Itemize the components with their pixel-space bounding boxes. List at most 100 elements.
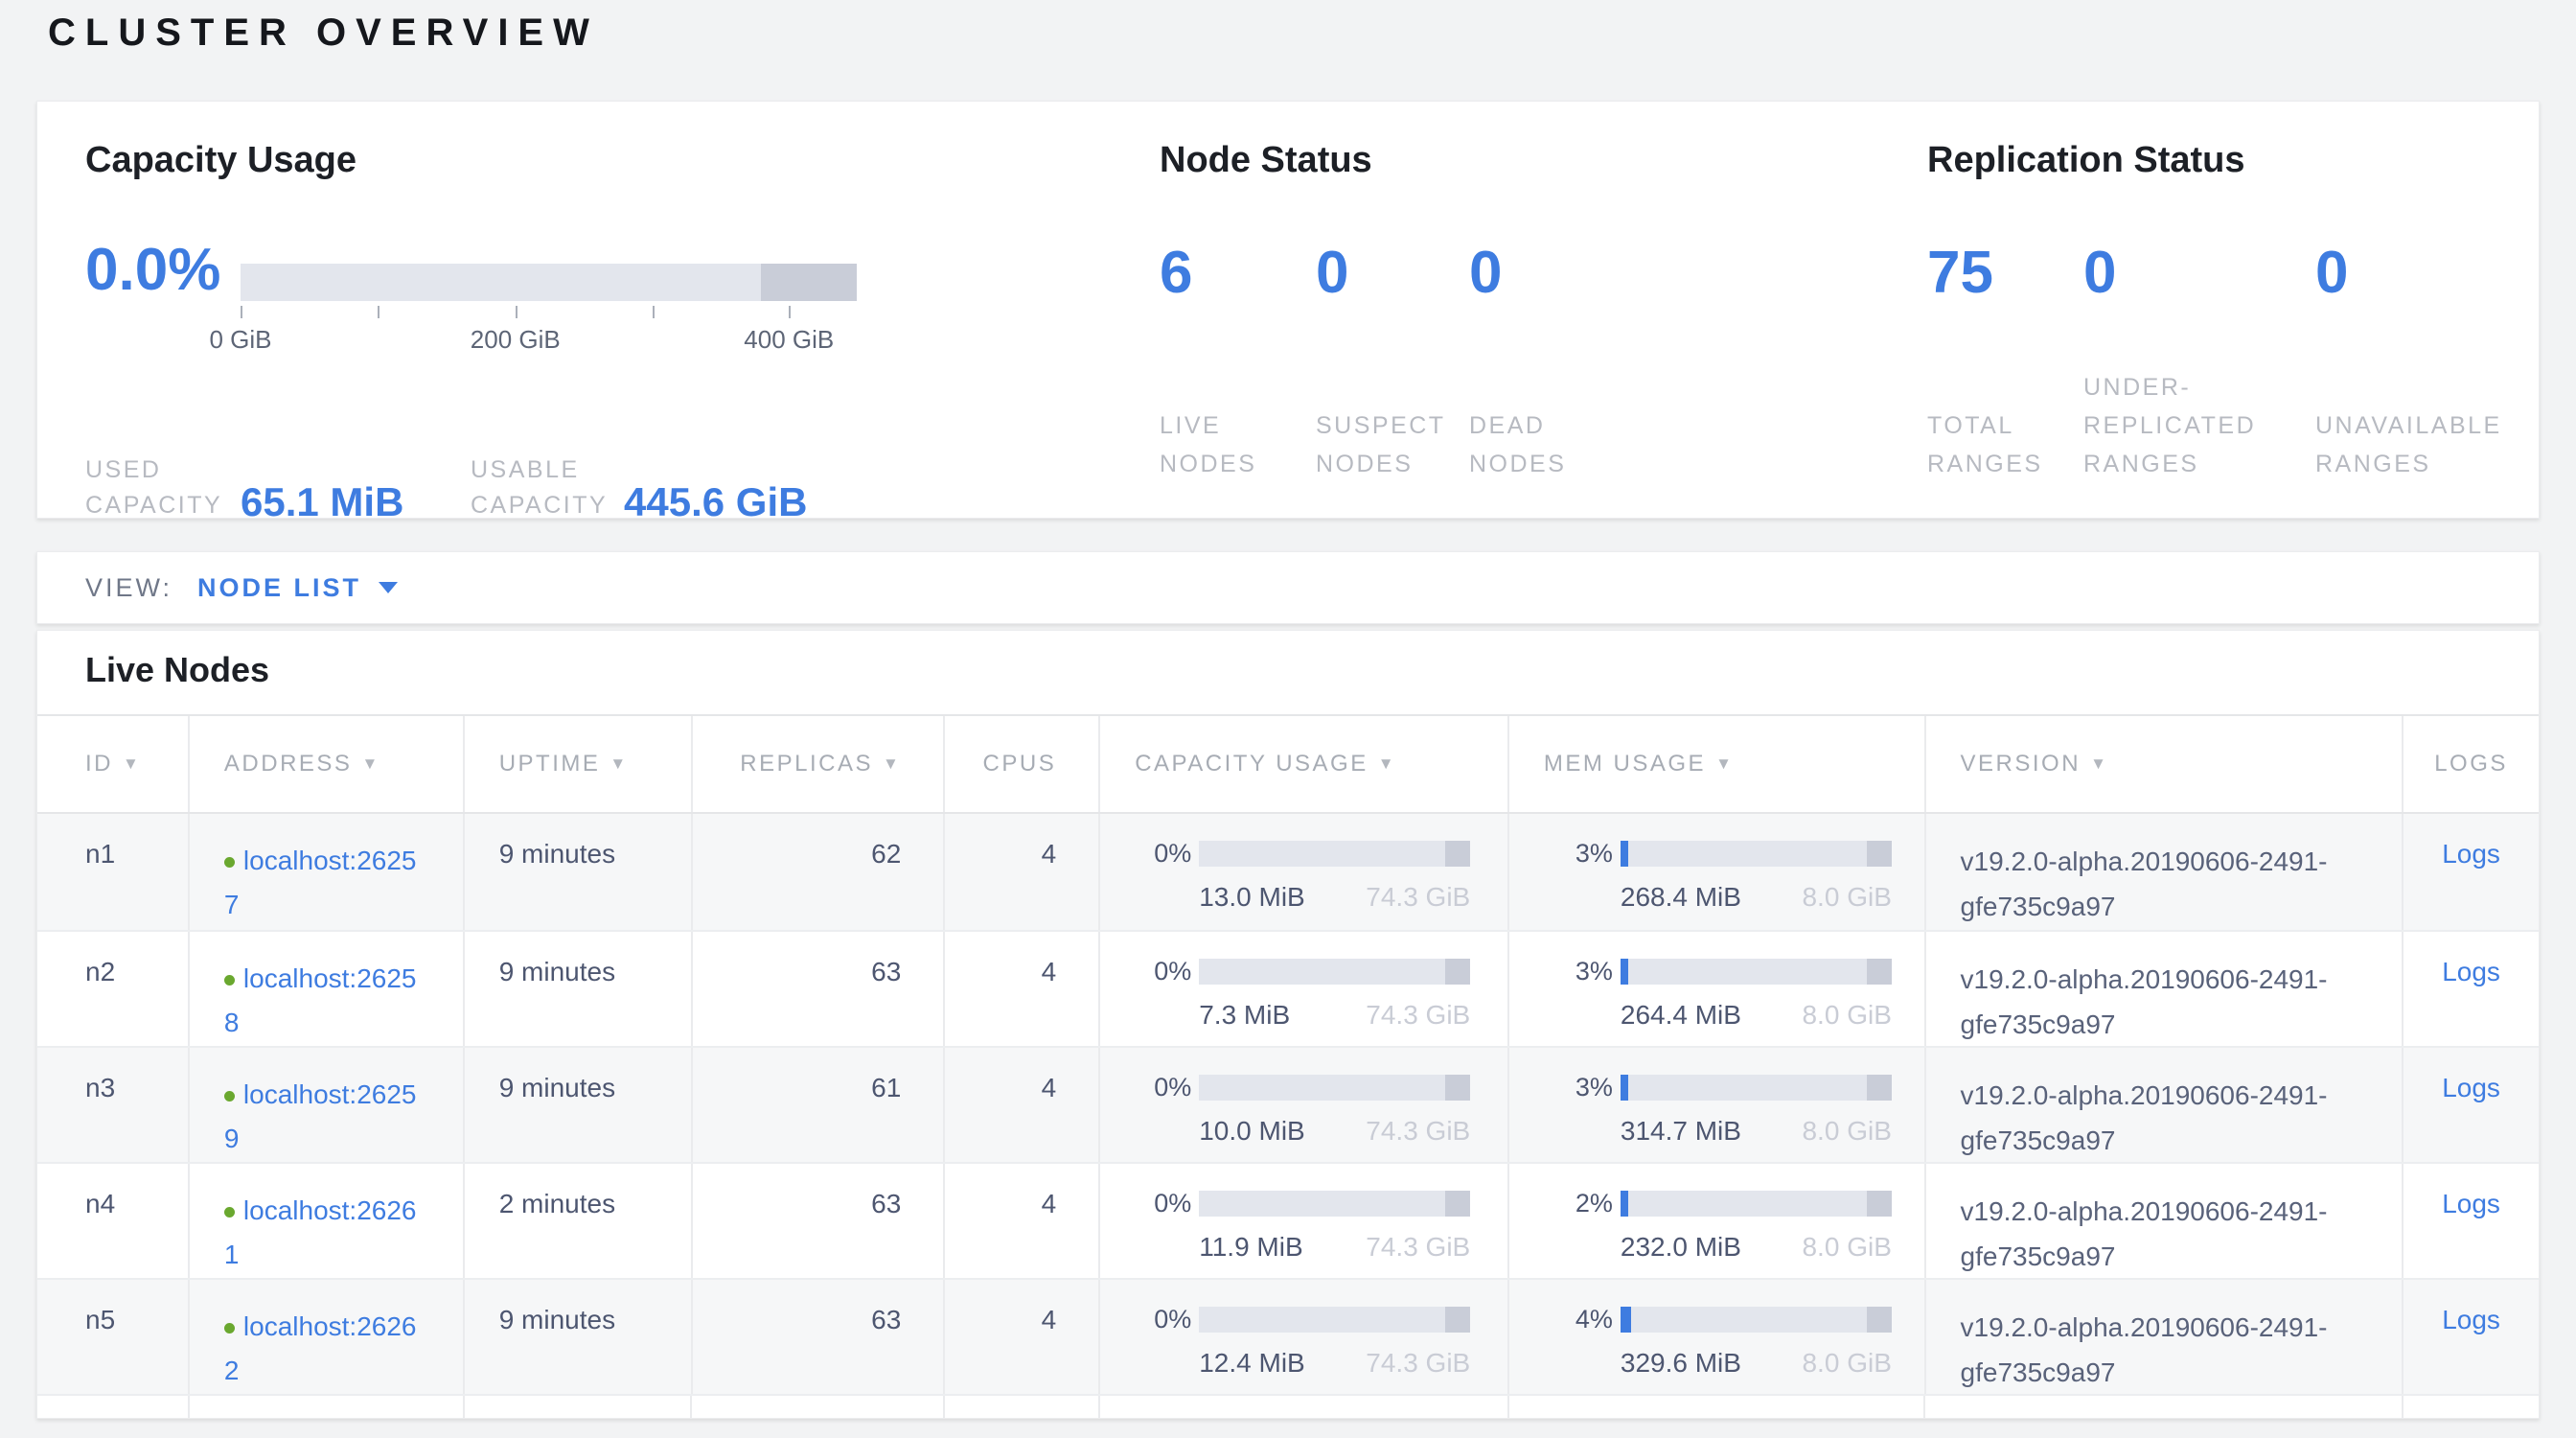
node-address-link[interactable]: localhost:26262 — [224, 1311, 417, 1385]
cell-uptime: 9 minutes — [465, 1280, 693, 1394]
mem-used-value: 232.0 MiB — [1621, 1232, 1741, 1263]
header-capacity-usage[interactable]: CAPACITY USAGE▼ — [1100, 716, 1509, 812]
header-mem-usage[interactable]: MEM USAGE▼ — [1509, 716, 1926, 812]
mem-total-value: 8.0 GiB — [1802, 1000, 1891, 1031]
view-selector-dropdown[interactable]: NODE LIST — [197, 573, 398, 603]
node-status-section: Node Status 6 LIVE NODES 0 SUSPECT NODES… — [1160, 140, 1888, 518]
capacity-used-value: 10.0 MiB — [1199, 1116, 1305, 1147]
capacity-usage-section: Capacity Usage 0.0% 0 GiB 200 GiB 400 Gi… — [85, 140, 1120, 518]
live-nodes-card: Live Nodes ID▼ ADDRESS▼ UPTIME▼ REPLICAS… — [36, 630, 2540, 1419]
replication-status-section: Replication Status 75 TOTAL RANGES 0 UND… — [1927, 140, 2541, 518]
capacity-used-value: 13.0 MiB — [1199, 882, 1305, 913]
capacity-bar-track — [241, 264, 857, 301]
page-title: CLUSTER OVERVIEW — [48, 12, 599, 55]
cell-mem-usage: 2% 232.0 MiB 8.0 GiB — [1509, 1164, 1926, 1278]
node-live-dot-icon — [224, 1323, 235, 1334]
view-selected-value: NODE LIST — [197, 573, 361, 603]
logs-link[interactable]: Logs — [2442, 1073, 2500, 1102]
unavailable-ranges-count: 0 — [2315, 244, 2348, 303]
sort-desc-icon: ▼ — [361, 754, 380, 774]
mem-used-value: 264.4 MiB — [1621, 1000, 1741, 1031]
mem-usage-bar — [1621, 1191, 1892, 1217]
node-live-dot-icon — [224, 1207, 235, 1218]
cell-uptime: 9 minutes — [465, 932, 693, 1046]
capacity-total-value: 74.3 GiB — [1366, 882, 1470, 913]
chevron-down-icon — [379, 582, 398, 593]
table-row: n1 localhost:26257 9 minutes 62 4 0% 13.… — [37, 814, 2539, 930]
node-address-link[interactable]: localhost:26261 — [224, 1195, 417, 1269]
cell-uptime: 9 minutes — [465, 1048, 693, 1162]
table-row: n2 localhost:26258 9 minutes 63 4 0% 7.3… — [37, 930, 2539, 1046]
used-capacity-value: 65.1 MiB — [241, 481, 403, 523]
dead-nodes-label: DEAD NODES — [1469, 406, 1566, 483]
capacity-bar-reserved — [1445, 1191, 1470, 1217]
header-replicas[interactable]: REPLICAS▼ — [693, 716, 946, 812]
usable-capacity-label: USABLE CAPACITY — [471, 452, 624, 523]
cell-replicas: 63 — [693, 1280, 946, 1394]
capacity-total-value: 74.3 GiB — [1366, 1348, 1470, 1379]
mem-total-value: 8.0 GiB — [1802, 1232, 1891, 1263]
total-ranges-label: TOTAL RANGES — [1927, 406, 2043, 483]
mem-percent: 3% — [1548, 957, 1613, 986]
cell-mem-usage: 3% 264.4 MiB 8.0 GiB — [1509, 932, 1926, 1046]
mem-usage-bar — [1621, 1075, 1892, 1101]
logs-link[interactable]: Logs — [2442, 1189, 2500, 1218]
capacity-usage-bar — [1199, 841, 1470, 867]
logs-link[interactable]: Logs — [2442, 957, 2500, 986]
mem-bar-fill — [1621, 1307, 1631, 1333]
logs-link[interactable]: Logs — [2442, 839, 2500, 869]
sort-desc-icon: ▼ — [1378, 754, 1396, 774]
used-capacity-stat: USED CAPACITY 65.1 MiB — [85, 435, 403, 523]
mem-total-value: 8.0 GiB — [1802, 882, 1891, 913]
cell-logs: Logs — [2404, 1048, 2539, 1162]
cell-capacity-usage: 0% 7.3 MiB 74.3 GiB — [1100, 932, 1509, 1046]
capacity-bar-chart: 0 GiB 200 GiB 400 GiB — [241, 264, 857, 356]
sort-desc-icon: ▼ — [883, 754, 901, 774]
dead-nodes-count: 0 — [1469, 244, 1502, 303]
cell-cpus: 4 — [945, 932, 1100, 1046]
mem-percent: 3% — [1548, 1073, 1613, 1102]
cell-replicas: 63 — [693, 1164, 946, 1278]
unavailable-ranges-label: UNAVAILABLE RANGES — [2315, 406, 2502, 483]
cell-address: localhost:26262 — [190, 1280, 465, 1394]
cell-cpus: 4 — [945, 1164, 1100, 1278]
mem-bar-reserved — [1867, 841, 1892, 867]
header-id[interactable]: ID▼ — [37, 716, 190, 812]
table-title: Live Nodes — [37, 631, 2539, 714]
cell-uptime: 9 minutes — [465, 814, 693, 930]
cell-mem-usage: 3% 268.4 MiB 8.0 GiB — [1509, 814, 1926, 930]
total-ranges-stat: 75 TOTAL RANGES — [1927, 140, 2081, 518]
header-uptime[interactable]: UPTIME▼ — [465, 716, 693, 812]
capacity-percent: 0% — [1131, 839, 1191, 869]
node-address-link[interactable]: localhost:26258 — [224, 963, 417, 1037]
logs-link[interactable]: Logs — [2442, 1305, 2500, 1334]
node-address-link[interactable]: localhost:26259 — [224, 1079, 417, 1153]
capacity-axis-labels: 0 GiB 200 GiB 400 GiB — [241, 325, 857, 356]
mem-bar-reserved — [1867, 1075, 1892, 1101]
cell-replicas: 63 — [693, 932, 946, 1046]
capacity-bar-reserved — [1445, 1075, 1470, 1101]
cell-mem-usage: 4% 329.6 MiB 8.0 GiB — [1509, 1280, 1926, 1394]
header-cpus: CPUS — [945, 716, 1100, 812]
cell-version: v19.2.0-alpha.20190606-2491-gfe735c9a97 — [1926, 1280, 2404, 1394]
mem-usage-bar — [1621, 1307, 1892, 1333]
capacity-usage-bar — [1199, 1191, 1470, 1217]
mem-bar-fill — [1621, 959, 1628, 985]
capacity-bar-reserved-segment — [761, 264, 857, 301]
mem-bar-fill — [1621, 1075, 1628, 1101]
header-address[interactable]: ADDRESS▼ — [190, 716, 465, 812]
tick-label-0: 0 GiB — [209, 325, 271, 355]
table-row: n5 localhost:26262 9 minutes 63 4 0% 12.… — [37, 1278, 2539, 1394]
cell-node-id: n3 — [37, 1048, 190, 1162]
mem-bar-reserved — [1867, 959, 1892, 985]
node-address-link[interactable]: localhost:26257 — [224, 846, 417, 919]
partial-next-row — [37, 1394, 2539, 1418]
cell-address: localhost:26257 — [190, 814, 465, 930]
cell-address: localhost:26258 — [190, 932, 465, 1046]
table-header: ID▼ ADDRESS▼ UPTIME▼ REPLICAS▼ CPUS CAPA… — [37, 714, 2539, 814]
sort-desc-icon: ▼ — [610, 754, 628, 774]
suspect-nodes-label: SUSPECT NODES — [1316, 406, 1446, 483]
header-version[interactable]: VERSION▼ — [1926, 716, 2404, 812]
mem-percent: 3% — [1548, 839, 1613, 869]
cell-cpus: 4 — [945, 814, 1100, 930]
